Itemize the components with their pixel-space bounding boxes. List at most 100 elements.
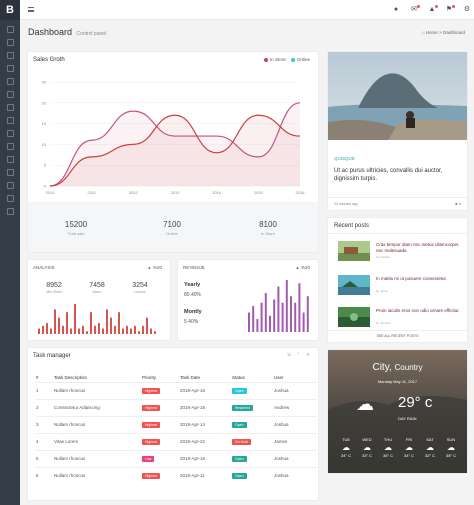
breadcrumb-home[interactable]: Home <box>426 30 438 35</box>
close-icon[interactable]: ✕ <box>306 352 310 358</box>
revenue-change: ▲ %20 <box>295 265 310 270</box>
pages-icon[interactable] <box>6 169 14 176</box>
x-tick-label: 2016 <box>296 190 306 195</box>
task-user: Joshua <box>274 466 316 484</box>
map-icon[interactable] <box>6 156 14 163</box>
mail-icon[interactable] <box>6 65 14 72</box>
forecast-day-name: FRI <box>405 437 413 442</box>
post-time: 20 minutes ago <box>334 202 358 206</box>
y-tick-label: 5 <box>44 163 47 168</box>
col-header: Task Description <box>54 374 88 380</box>
forecast-day-name: WED <box>362 437 372 442</box>
bar <box>290 296 292 332</box>
collapse-icon[interactable]: ⌃ <box>296 352 300 358</box>
recent-post-item[interactable]: Proin iaculis eros non odio ornare effic… <box>336 307 462 329</box>
layers-icon[interactable] <box>6 117 14 124</box>
table-row[interactable]: 5 Nullam rhoncus Low 2019-Apr-16 Open Jo… <box>36 449 316 467</box>
breadcrumb-current: Dashboard <box>442 30 465 35</box>
comments-count[interactable]: ■ 6 <box>455 201 461 206</box>
status-badge: Open <box>232 421 247 428</box>
stat-label: Online <box>166 231 178 236</box>
bar <box>248 312 250 332</box>
post-thumbnail <box>338 241 370 261</box>
app-logo[interactable]: B <box>0 0 20 20</box>
bar <box>66 312 68 334</box>
document-icon[interactable] <box>6 195 14 202</box>
stat-value: 7100 <box>163 220 181 229</box>
table-row[interactable]: 4 Vitae Lorem Highest 2019-Apr-22 On Hol… <box>36 432 316 450</box>
priority-cell: Highest <box>142 432 180 450</box>
y-tick-label: 0 <box>44 184 47 189</box>
comments-value: 6 <box>458 201 461 206</box>
see-all-posts-link[interactable]: SEE ALL RECENT POSTS <box>328 330 467 342</box>
mail-icon[interactable]: ✉ <box>410 5 420 14</box>
forecast-temp: 33° C <box>361 453 373 458</box>
task-description: Consectetur Adipiscing <box>54 398 142 416</box>
weather-date: Monday May 11, 2017 <box>377 379 418 384</box>
y-tick-label: 15 <box>42 121 47 126</box>
widgets-icon[interactable] <box>6 91 14 98</box>
user-icon[interactable]: ● <box>392 6 400 14</box>
post-tag[interactable]: QUISQUE <box>334 156 355 161</box>
x-tick-label: 2010 <box>46 190 56 195</box>
bell-icon[interactable]: ▲ <box>428 5 438 14</box>
page-header: Dashboard Control panel ⌂ Home > Dashboa… <box>28 27 468 41</box>
forecast-day-name: TUE <box>342 437 350 442</box>
expand-icon[interactable]: ⇲ <box>287 352 291 358</box>
arrow-icon[interactable] <box>6 208 14 215</box>
post-headline[interactable]: Ut ac purus ultricies, convallis dui auc… <box>334 167 462 183</box>
bar <box>273 299 276 332</box>
apps-icon[interactable] <box>6 52 14 59</box>
col-header: Priority <box>142 374 157 380</box>
post-author: by Jenunta <box>376 321 391 325</box>
bar <box>298 283 301 332</box>
table-row[interactable]: 6 Nullam rhoncus Highest 2019-Apr-11 Ope… <box>36 466 316 484</box>
stat-value: 3254 <box>132 282 148 289</box>
gear-icon[interactable]: ⚙ <box>463 6 471 14</box>
post-footer: 20 minutes ago ■ 6 <box>328 197 467 210</box>
status-cell: Resolved <box>232 398 274 416</box>
forecast-day: WED ☁ 33° C <box>357 437 377 458</box>
calendar-icon[interactable] <box>6 78 14 85</box>
priority-cell: Highest <box>142 466 180 484</box>
recent-posts-title: Recent posts <box>334 223 370 229</box>
stat-value: 15200 <box>64 220 88 229</box>
stat-label: Mio Shikh <box>46 290 62 294</box>
table-row[interactable]: 3 Nullam rhoncus Highest 2019-Apr-14 Ope… <box>36 415 316 433</box>
flag-icon[interactable]: ⚑ <box>445 5 455 14</box>
chart-icon[interactable] <box>6 104 14 111</box>
forecast-temp: 38° C <box>445 453 457 458</box>
card-controls: ⇲ ⌃ ✕ <box>287 352 310 358</box>
home-icon[interactable] <box>6 26 14 33</box>
topbar: ● ✉ ▲ ⚑ ⚙ <box>20 0 474 20</box>
bar <box>146 317 148 334</box>
stat-online: 7100 Online <box>132 220 212 236</box>
stat-label: London <box>134 290 146 294</box>
table-header-row: # Task Description Priority Task Date St… <box>36 373 316 382</box>
recent-post-item[interactable]: Cras tempor diam nec metus ullamcorper, … <box>336 241 462 263</box>
bar <box>98 323 100 334</box>
forecast-day-name: THU <box>383 437 393 442</box>
table-icon[interactable] <box>6 130 14 137</box>
bar <box>142 325 144 334</box>
task-description: Nullam rhoncus <box>54 466 142 484</box>
bar <box>134 325 136 334</box>
x-tick-label: 2011 <box>87 190 96 195</box>
bar <box>78 328 80 334</box>
bar <box>138 331 140 334</box>
breadcrumb: ⌂ Home > Dashboard <box>422 30 465 35</box>
task-table: # Task Description Priority Task Date St… <box>36 373 316 484</box>
bar <box>154 331 156 334</box>
dashboard-icon[interactable] <box>6 39 14 46</box>
star-icon[interactable] <box>6 182 14 189</box>
list-icon[interactable] <box>6 143 14 150</box>
table-row[interactable]: 2 Consectetur Adipiscing Highest 2019-Ap… <box>36 398 316 416</box>
legend-label: In Store <box>269 57 286 62</box>
task-user: Joshua <box>274 449 316 467</box>
cloud-sun-icon: ☁ <box>426 443 434 452</box>
menu-toggle-icon[interactable] <box>28 7 34 12</box>
analysis-stat: 3254 London <box>120 282 160 294</box>
weather-location: City, Country <box>328 362 467 373</box>
recent-post-item[interactable]: In mattis mi ut posuere consectetur. by … <box>336 275 462 297</box>
table-row[interactable]: 1 Nullam rhoncus Highest 2019-Apr-16 Ope… <box>36 381 316 399</box>
